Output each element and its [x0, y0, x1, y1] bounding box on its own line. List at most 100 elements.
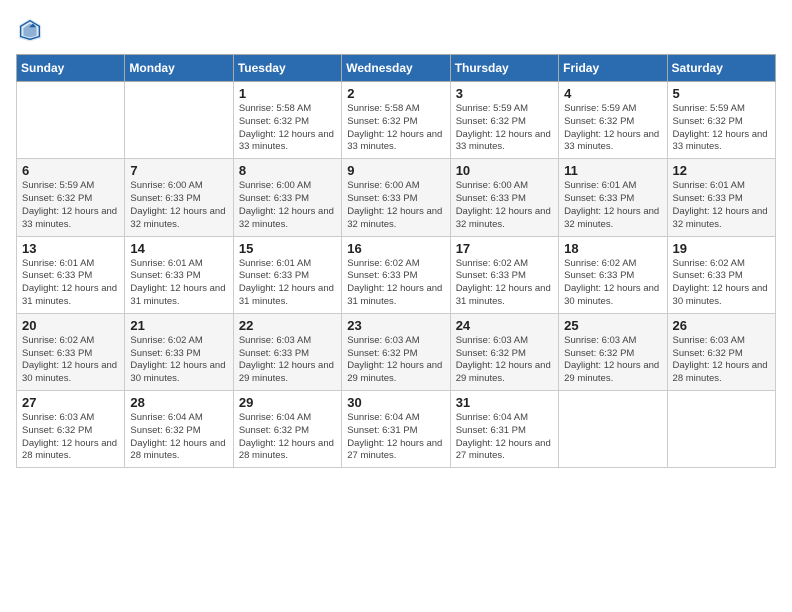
day-number: 29 [239, 395, 336, 410]
calendar-week-row: 6 Sunrise: 5:59 AM Sunset: 6:32 PM Daylig… [17, 159, 776, 236]
logo [16, 16, 48, 44]
calendar-cell: 9 Sunrise: 6:00 AM Sunset: 6:33 PM Daylig… [342, 159, 450, 236]
day-number: 23 [347, 318, 444, 333]
weekday-header: Saturday [667, 55, 775, 82]
day-info: Sunrise: 6:04 AM Sunset: 6:31 PM Dayligh… [347, 412, 444, 463]
calendar-cell: 18Sunrise: 6:02 AM Sunset: 6:33 PM Dayli… [559, 236, 667, 313]
day-info: Sunrise: 6:00 AM Sunset: 6:33 PM Dayligh… [347, 180, 444, 231]
calendar-cell: 17 Sunrise: 6:02 AM Sunset: 6:33 PM Dayli… [450, 236, 558, 313]
calendar-cell: 4 Sunrise: 5:59 AM Sunset: 6:32 PM Daylig… [559, 82, 667, 159]
calendar-cell: 7Sunrise: 6:00 AM Sunset: 6:33 PM Daylig… [125, 159, 233, 236]
day-number: 6 [22, 163, 119, 178]
weekday-header: Wednesday [342, 55, 450, 82]
day-info: Sunrise: 6:03 AM Sunset: 6:33 PM Dayligh… [239, 335, 336, 386]
calendar-table: SundayMondayTuesdayWednesdayThursdayFrid… [16, 54, 776, 468]
day-number: 26 [673, 318, 770, 333]
day-number: 19 [673, 241, 770, 256]
calendar-cell [17, 82, 125, 159]
weekday-header: Thursday [450, 55, 558, 82]
day-info: Sunrise: 6:00 AM Sunset: 6:33 PM Dayligh… [130, 180, 227, 231]
day-info: Sunrise: 6:02 AM Sunset: 6:33 PM Dayligh… [130, 335, 227, 386]
day-info: Sunrise: 6:01 AM Sunset: 6:33 PM Dayligh… [130, 258, 227, 309]
day-number: 3 [456, 86, 553, 101]
calendar-cell: 22Sunrise: 6:03 AM Sunset: 6:33 PM Dayli… [233, 313, 341, 390]
day-info: Sunrise: 6:04 AM Sunset: 6:32 PM Dayligh… [239, 412, 336, 463]
day-number: 20 [22, 318, 119, 333]
weekday-header: Tuesday [233, 55, 341, 82]
day-number: 5 [673, 86, 770, 101]
day-number: 25 [564, 318, 661, 333]
day-info: Sunrise: 6:02 AM Sunset: 6:33 PM Dayligh… [673, 258, 770, 309]
calendar-cell: 5 Sunrise: 5:59 AM Sunset: 6:32 PM Daylig… [667, 82, 775, 159]
calendar-cell: 1Sunrise: 5:58 AM Sunset: 6:32 PM Daylig… [233, 82, 341, 159]
day-info: Sunrise: 6:03 AM Sunset: 6:32 PM Dayligh… [673, 335, 770, 386]
day-number: 8 [239, 163, 336, 178]
weekday-header: Sunday [17, 55, 125, 82]
day-info: Sunrise: 5:58 AM Sunset: 6:32 PM Dayligh… [347, 103, 444, 154]
calendar-cell: 30 Sunrise: 6:04 AM Sunset: 6:31 PM Dayli… [342, 391, 450, 468]
calendar-week-row: 1Sunrise: 5:58 AM Sunset: 6:32 PM Daylig… [17, 82, 776, 159]
weekday-row: SundayMondayTuesdayWednesdayThursdayFrid… [17, 55, 776, 82]
day-info: Sunrise: 6:02 AM Sunset: 6:33 PM Dayligh… [456, 258, 553, 309]
calendar-cell: 10 Sunrise: 6:00 AM Sunset: 6:33 PM Dayli… [450, 159, 558, 236]
day-info: Sunrise: 6:04 AM Sunset: 6:32 PM Dayligh… [130, 412, 227, 463]
day-info: Sunrise: 6:01 AM Sunset: 6:33 PM Dayligh… [22, 258, 119, 309]
day-info: Sunrise: 6:03 AM Sunset: 6:32 PM Dayligh… [456, 335, 553, 386]
calendar-cell: 2 Sunrise: 5:58 AM Sunset: 6:32 PM Daylig… [342, 82, 450, 159]
day-info: Sunrise: 6:01 AM Sunset: 6:33 PM Dayligh… [673, 180, 770, 231]
calendar-cell: 23 Sunrise: 6:03 AM Sunset: 6:32 PM Dayli… [342, 313, 450, 390]
day-number: 14 [130, 241, 227, 256]
page-header [16, 16, 776, 44]
logo-icon [16, 16, 44, 44]
day-number: 16 [347, 241, 444, 256]
day-number: 30 [347, 395, 444, 410]
calendar-cell: 29 Sunrise: 6:04 AM Sunset: 6:32 PM Dayli… [233, 391, 341, 468]
day-number: 21 [130, 318, 227, 333]
day-info: Sunrise: 6:00 AM Sunset: 6:33 PM Dayligh… [239, 180, 336, 231]
calendar-cell: 15Sunrise: 6:01 AM Sunset: 6:33 PM Dayli… [233, 236, 341, 313]
day-info: Sunrise: 6:03 AM Sunset: 6:32 PM Dayligh… [347, 335, 444, 386]
day-number: 2 [347, 86, 444, 101]
calendar-week-row: 20 Sunrise: 6:02 AM Sunset: 6:33 PM Dayli… [17, 313, 776, 390]
day-info: Sunrise: 5:59 AM Sunset: 6:32 PM Dayligh… [564, 103, 661, 154]
calendar-cell: 27Sunrise: 6:03 AM Sunset: 6:32 PM Dayli… [17, 391, 125, 468]
calendar-week-row: 27Sunrise: 6:03 AM Sunset: 6:32 PM Dayli… [17, 391, 776, 468]
calendar-header: SundayMondayTuesdayWednesdayThursdayFrid… [17, 55, 776, 82]
weekday-header: Monday [125, 55, 233, 82]
day-info: Sunrise: 6:04 AM Sunset: 6:31 PM Dayligh… [456, 412, 553, 463]
day-info: Sunrise: 5:59 AM Sunset: 6:32 PM Dayligh… [456, 103, 553, 154]
calendar-cell: 11Sunrise: 6:01 AM Sunset: 6:33 PM Dayli… [559, 159, 667, 236]
calendar-cell: 3 Sunrise: 5:59 AM Sunset: 6:32 PM Daylig… [450, 82, 558, 159]
day-info: Sunrise: 5:59 AM Sunset: 6:32 PM Dayligh… [673, 103, 770, 154]
calendar-week-row: 13 Sunrise: 6:01 AM Sunset: 6:33 PM Dayli… [17, 236, 776, 313]
day-info: Sunrise: 6:03 AM Sunset: 6:32 PM Dayligh… [564, 335, 661, 386]
day-number: 11 [564, 163, 661, 178]
day-info: Sunrise: 5:59 AM Sunset: 6:32 PM Dayligh… [22, 180, 119, 231]
calendar-cell: 25 Sunrise: 6:03 AM Sunset: 6:32 PM Dayli… [559, 313, 667, 390]
day-number: 10 [456, 163, 553, 178]
calendar-cell: 14 Sunrise: 6:01 AM Sunset: 6:33 PM Dayli… [125, 236, 233, 313]
calendar-cell: 26 Sunrise: 6:03 AM Sunset: 6:32 PM Dayli… [667, 313, 775, 390]
day-number: 4 [564, 86, 661, 101]
day-number: 24 [456, 318, 553, 333]
day-number: 31 [456, 395, 553, 410]
day-number: 18 [564, 241, 661, 256]
calendar-cell: 13 Sunrise: 6:01 AM Sunset: 6:33 PM Dayli… [17, 236, 125, 313]
day-number: 13 [22, 241, 119, 256]
day-info: Sunrise: 6:03 AM Sunset: 6:32 PM Dayligh… [22, 412, 119, 463]
calendar-cell: 19 Sunrise: 6:02 AM Sunset: 6:33 PM Dayli… [667, 236, 775, 313]
day-number: 28 [130, 395, 227, 410]
day-number: 9 [347, 163, 444, 178]
day-info: Sunrise: 5:58 AM Sunset: 6:32 PM Dayligh… [239, 103, 336, 154]
day-info: Sunrise: 6:00 AM Sunset: 6:33 PM Dayligh… [456, 180, 553, 231]
calendar-cell [559, 391, 667, 468]
weekday-header: Friday [559, 55, 667, 82]
day-info: Sunrise: 6:02 AM Sunset: 6:33 PM Dayligh… [347, 258, 444, 309]
calendar-cell: 8 Sunrise: 6:00 AM Sunset: 6:33 PM Daylig… [233, 159, 341, 236]
day-number: 17 [456, 241, 553, 256]
calendar-cell [125, 82, 233, 159]
calendar-cell: 6 Sunrise: 5:59 AM Sunset: 6:32 PM Daylig… [17, 159, 125, 236]
calendar-cell: 24 Sunrise: 6:03 AM Sunset: 6:32 PM Dayli… [450, 313, 558, 390]
calendar-cell [667, 391, 775, 468]
day-info: Sunrise: 6:02 AM Sunset: 6:33 PM Dayligh… [22, 335, 119, 386]
